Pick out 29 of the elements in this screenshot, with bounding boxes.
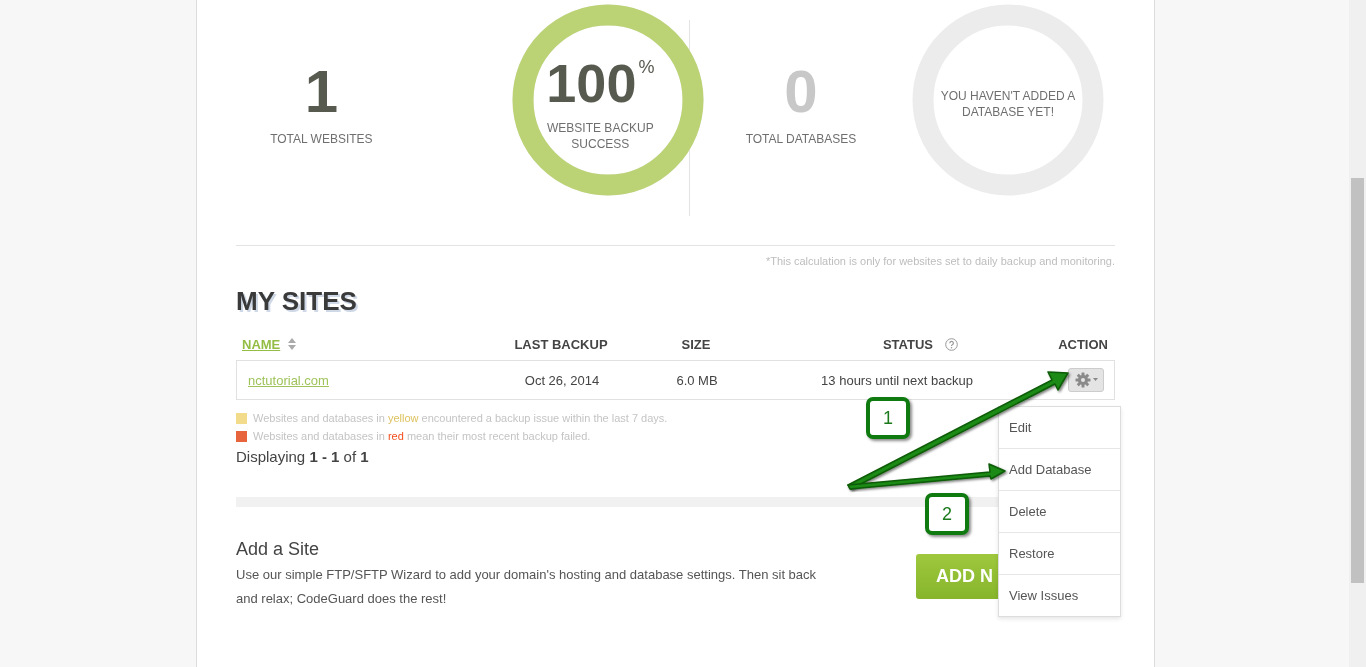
- pagination-text: Displaying 1 - 1 of 1: [236, 448, 369, 465]
- menu-item[interactable]: Delete: [999, 491, 1120, 533]
- column-header: LAST BACKUP: [514, 336, 608, 352]
- description-text: Use our simple FTP/SFTP Wizard to add your domain's hosting and database settings. Then sit back and relax; CodeGuard does the rest!: [236, 566, 818, 608]
- table-cell: Oct 26, 2014: [524, 372, 600, 388]
- menu-item[interactable]: Restore: [999, 533, 1120, 575]
- table-cell: 13 hours until next backup: [821, 372, 973, 388]
- step-callout: 2: [925, 493, 969, 535]
- column-header: STATUS: [882, 336, 933, 352]
- backup-percentage: 100%: [546, 56, 655, 110]
- action-button[interactable]: [1068, 368, 1104, 392]
- step-callout: 1: [866, 397, 910, 439]
- footnote: *This calculation is only for websites set to daily backup and monitoring.: [764, 255, 1115, 267]
- website-count: 1: [304, 62, 339, 122]
- column-header: ACTION: [1058, 336, 1108, 352]
- help-icon[interactable]: [945, 337, 958, 351]
- section-title: MY SITES: [236, 286, 357, 316]
- stat-label: TOTAL DATABASES: [745, 132, 857, 146]
- stat-label: TOTAL WEBSITES: [270, 132, 373, 146]
- empty-message: YOU HAVEN'T ADDED A DATABASE YET!: [940, 88, 1076, 120]
- ring-label: WEBSITE BACKUP SUCCESS: [546, 120, 655, 152]
- gear-icon: [1074, 372, 1091, 388]
- table-cell: 6.0 MB: [676, 372, 718, 388]
- column-header: SIZE: [681, 336, 711, 352]
- caret-icon: [1092, 378, 1098, 382]
- scrollbar[interactable]: [1349, 0, 1366, 667]
- legend-text: Websites and databases in red mean their most recent backup failed.: [253, 430, 591, 442]
- section-heading: Add a Site: [236, 539, 320, 559]
- sort-icon[interactable]: [288, 338, 297, 350]
